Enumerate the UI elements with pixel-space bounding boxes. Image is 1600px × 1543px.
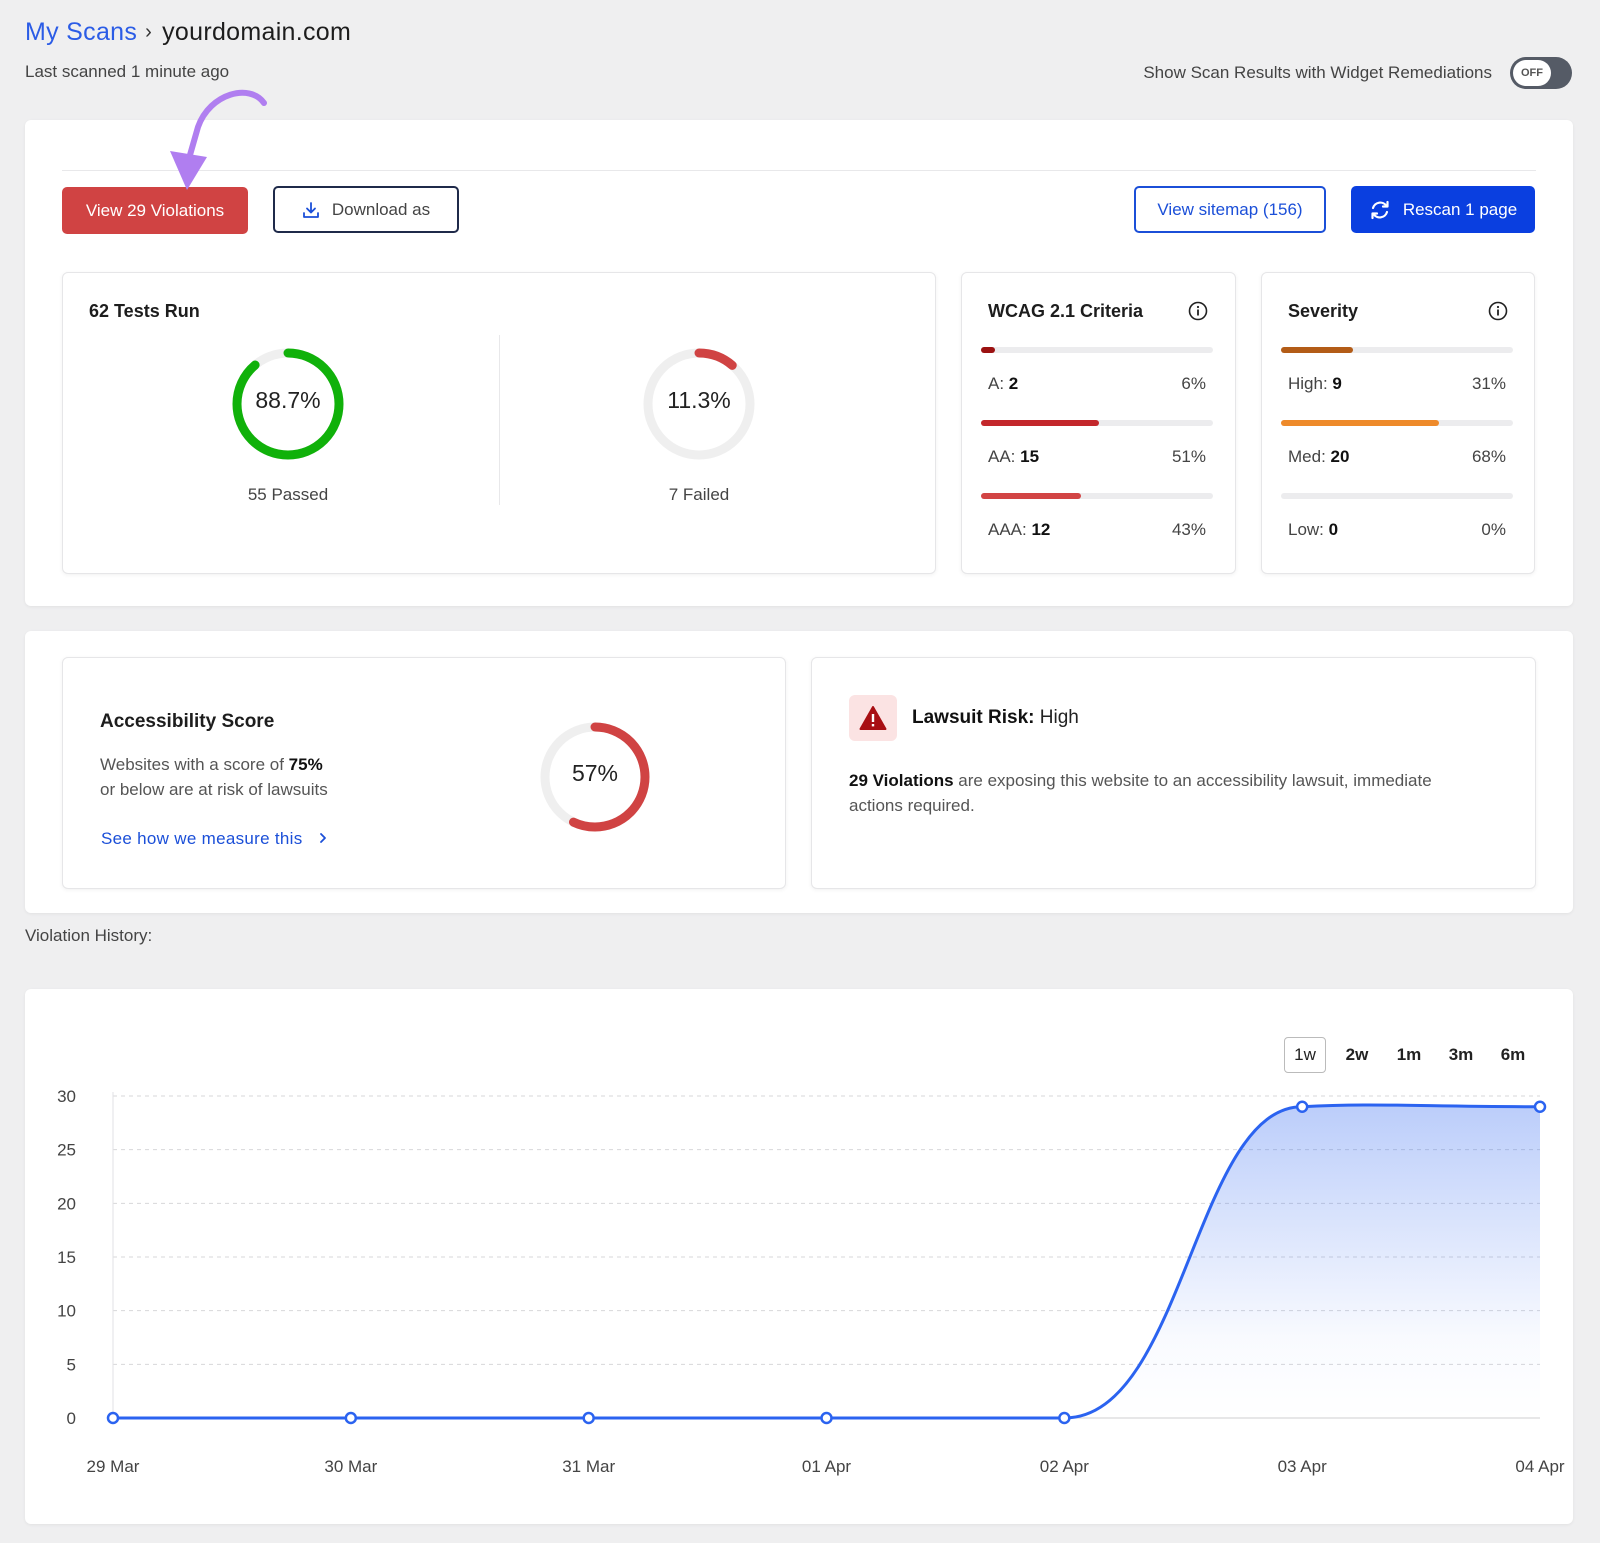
data-point[interactable] xyxy=(1533,1100,1547,1113)
x-tick-label: 31 Mar xyxy=(562,1457,615,1476)
series-area xyxy=(113,1104,1540,1418)
data-point[interactable] xyxy=(106,1411,120,1425)
y-tick-label: 5 xyxy=(67,1355,76,1374)
data-point[interactable] xyxy=(1295,1100,1309,1113)
x-tick-label: 01 Apr xyxy=(802,1457,851,1476)
x-tick-label: 04 Apr xyxy=(1515,1457,1564,1476)
data-point[interactable] xyxy=(1058,1411,1071,1425)
y-tick-label: 10 xyxy=(57,1302,76,1321)
y-tick-label: 25 xyxy=(57,1141,76,1160)
data-point[interactable] xyxy=(344,1411,358,1425)
data-point[interactable] xyxy=(820,1411,833,1425)
y-tick-label: 20 xyxy=(57,1194,76,1213)
x-tick-label: 29 Mar xyxy=(87,1457,140,1476)
y-tick-label: 0 xyxy=(67,1409,76,1428)
y-tick-label: 15 xyxy=(57,1248,76,1267)
x-tick-label: 03 Apr xyxy=(1278,1457,1327,1476)
x-tick-label: 02 Apr xyxy=(1040,1457,1089,1476)
violation-history-chart: 0 5 10 15 20 25 30 29 Mar 30 Mar 31 Mar 01 Apr 02 A… xyxy=(57,1087,1565,1476)
data-point[interactable] xyxy=(582,1411,595,1425)
y-tick-label: 30 xyxy=(57,1087,76,1106)
x-tick-label: 30 Mar xyxy=(324,1457,377,1476)
